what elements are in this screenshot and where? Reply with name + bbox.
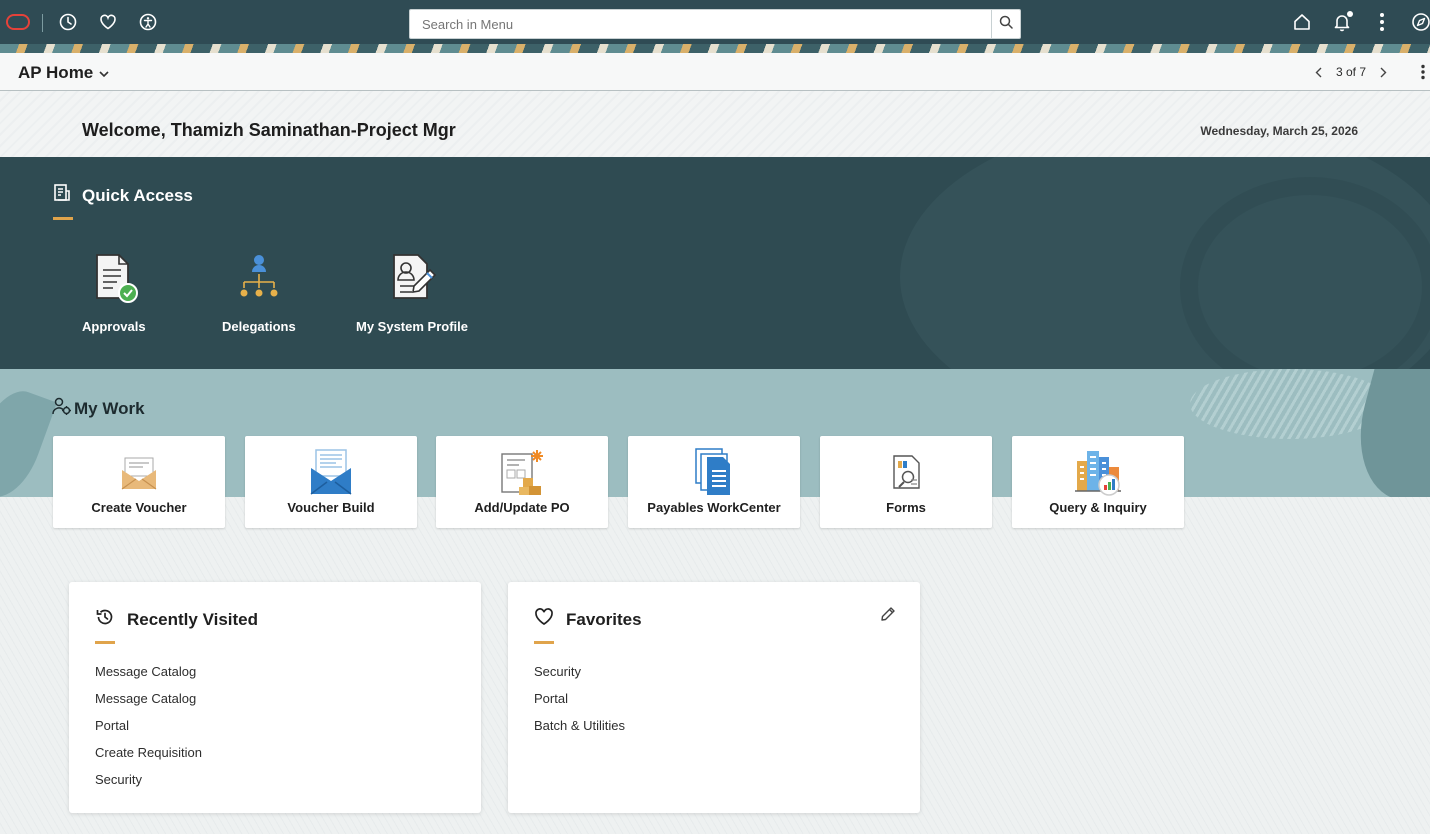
- envelope-build-icon: [305, 448, 357, 496]
- homepage-pager: 3 of 7: [1312, 65, 1390, 79]
- oracle-logo-icon[interactable]: [6, 14, 30, 30]
- top-banner: [0, 0, 1430, 53]
- search-input[interactable]: [410, 10, 992, 38]
- favorites-title: Favorites: [566, 609, 642, 629]
- actions-kebab-icon[interactable]: [1371, 11, 1393, 33]
- chevron-down-icon: [99, 63, 109, 83]
- purchase-order-icon: [496, 448, 548, 496]
- welcome-banner: Welcome, Thamizh Saminathan-Project Mgr …: [0, 91, 1430, 157]
- profile-edit-icon: [386, 252, 438, 309]
- current-date: Wednesday, March 25, 2026: [1200, 124, 1358, 138]
- envelope-voucher-icon: [113, 448, 165, 496]
- quick-access-tile-delegations[interactable]: Delegations: [222, 252, 296, 334]
- favorites-card: Favorites Security Portal Batch & Utilit…: [508, 582, 920, 813]
- recent-history-icon[interactable]: [57, 11, 79, 33]
- favorites-item[interactable]: Batch & Utilities: [534, 718, 625, 745]
- tile-label: Query & Inquiry: [1049, 500, 1147, 515]
- tile-label: Approvals: [82, 319, 146, 334]
- tile-label: Forms: [886, 500, 926, 515]
- recently-visited-item[interactable]: Message Catalog: [95, 664, 202, 691]
- tile-label: Voucher Build: [287, 500, 375, 515]
- recently-visited-list: Message Catalog Message Catalog Portal C…: [95, 664, 202, 799]
- previous-page-icon[interactable]: [1312, 65, 1326, 79]
- form-search-icon: [880, 448, 932, 496]
- tile-label: Delegations: [222, 319, 296, 334]
- favorites-heart-icon[interactable]: [97, 11, 119, 33]
- tile-label: Add/Update PO: [474, 500, 570, 515]
- heart-icon: [534, 607, 554, 632]
- stacked-documents-icon: [688, 448, 740, 496]
- favorites-list: Security Portal Batch & Utilities: [534, 664, 625, 745]
- quick-access-tile-approvals[interactable]: Approvals: [82, 252, 146, 334]
- notification-dot: [1347, 11, 1353, 17]
- recently-visited-item[interactable]: Message Catalog: [95, 691, 202, 718]
- my-work-tile-add-update-po[interactable]: Add/Update PO: [436, 436, 608, 528]
- my-work-tile-forms[interactable]: Forms: [820, 436, 992, 528]
- page-actions-kebab-icon[interactable]: [1420, 64, 1426, 85]
- recently-visited-header: Recently Visited: [95, 607, 258, 632]
- notifications-bell-icon[interactable]: [1331, 11, 1353, 33]
- home-icon[interactable]: [1291, 11, 1313, 33]
- recently-visited-item[interactable]: Security: [95, 772, 202, 799]
- delegations-org-chart-icon: [234, 252, 284, 309]
- search-icon: [999, 15, 1013, 34]
- page-title-bar: AP Home 3 of 7: [0, 53, 1430, 91]
- accessibility-icon[interactable]: [137, 11, 159, 33]
- quick-access-section: Quick Access Approvals Delegations My Sy…: [0, 157, 1430, 369]
- page-title: AP Home: [18, 63, 94, 82]
- recently-visited-underline: [95, 641, 115, 644]
- my-work-decoration-leaf: [0, 382, 58, 497]
- homepage-selector[interactable]: AP Home: [18, 63, 109, 83]
- favorites-header: Favorites: [534, 607, 642, 632]
- quick-access-icon: [52, 183, 72, 208]
- recently-visited-card: Recently Visited Message Catalog Message…: [69, 582, 481, 813]
- pager-text: 3 of 7: [1335, 65, 1366, 79]
- recently-visited-item[interactable]: Portal: [95, 718, 202, 745]
- quick-access-header: Quick Access: [52, 183, 193, 208]
- menu-search: [409, 9, 1021, 39]
- search-button[interactable]: [991, 10, 1020, 38]
- my-work-header: My Work: [52, 396, 145, 421]
- quick-access-underline: [53, 217, 73, 220]
- navigator-compass-icon[interactable]: [1410, 11, 1430, 33]
- favorites-item[interactable]: Portal: [534, 691, 625, 718]
- recently-visited-item[interactable]: Create Requisition: [95, 745, 202, 772]
- edit-pencil-icon[interactable]: [880, 606, 896, 627]
- tile-label: My System Profile: [356, 319, 468, 334]
- next-page-icon[interactable]: [1376, 65, 1390, 79]
- quick-access-tile-my-system-profile[interactable]: My System Profile: [356, 252, 468, 334]
- favorites-underline: [534, 641, 554, 644]
- tile-label: Create Voucher: [91, 500, 187, 515]
- my-work-tile-create-voucher[interactable]: Create Voucher: [53, 436, 225, 528]
- header-divider: [42, 14, 43, 32]
- history-icon: [95, 607, 115, 632]
- my-work-tile-voucher-build[interactable]: Voucher Build: [245, 436, 417, 528]
- favorites-item[interactable]: Security: [534, 664, 625, 691]
- buildings-analytics-icon: [1072, 448, 1124, 496]
- tile-label: Payables WorkCenter: [647, 500, 781, 515]
- my-work-tile-query-inquiry[interactable]: Query & Inquiry: [1012, 436, 1184, 528]
- recently-visited-title: Recently Visited: [127, 609, 259, 629]
- approvals-icon: [89, 252, 139, 309]
- my-work-user-gear-icon: [52, 396, 72, 421]
- my-work-title: My Work: [74, 398, 145, 418]
- welcome-message: Welcome, Thamizh Saminathan-Project Mgr: [82, 120, 456, 140]
- quick-access-title: Quick Access: [82, 185, 193, 205]
- banner-pattern: [0, 44, 1430, 53]
- my-work-tile-payables-workcenter[interactable]: Payables WorkCenter: [628, 436, 800, 528]
